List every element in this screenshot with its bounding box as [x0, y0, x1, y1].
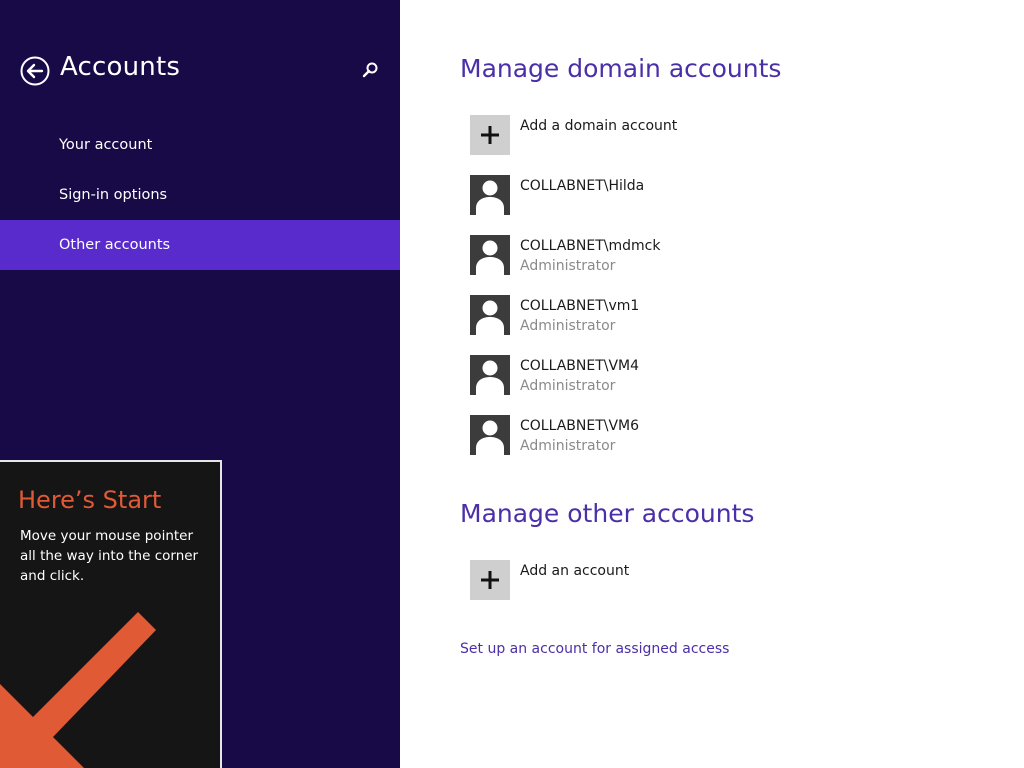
user-silhouette-icon	[476, 240, 504, 275]
sidebar-item-your-account[interactable]: Your account	[0, 120, 400, 170]
account-avatar	[470, 415, 510, 455]
assigned-access-link[interactable]: Set up an account for assigned access	[460, 641, 729, 657]
account-row-text: COLLABNET\Hilda	[520, 176, 644, 196]
add-domain-account-label: Add a domain account	[520, 118, 678, 134]
account-name: COLLABNET\vm1	[520, 298, 640, 314]
start-tip-popup: Here’s Start Move your mouse pointer all…	[0, 460, 222, 768]
account-role: Administrator	[520, 318, 616, 334]
account-row-text: COLLABNET\vm1 Administrator	[520, 296, 639, 336]
account-avatar	[470, 235, 510, 275]
plus-icon	[481, 571, 499, 589]
back-arrow-circle-icon	[20, 56, 50, 86]
account-role: Administrator	[520, 438, 616, 454]
main-content: Manage domain accounts Add a domain acco…	[400, 0, 1024, 768]
user-silhouette-icon	[476, 300, 504, 335]
plus-icon	[481, 126, 499, 144]
account-role: Administrator	[520, 258, 616, 274]
sidebar-item-other-accounts[interactable]: Other accounts	[0, 220, 400, 270]
add-account-text: Add an account	[520, 561, 629, 581]
back-button[interactable]	[20, 56, 50, 86]
user-silhouette-icon	[476, 360, 504, 395]
account-name: COLLABNET\mdmck	[520, 238, 661, 254]
add-account-label: Add an account	[520, 563, 630, 579]
account-avatar	[470, 175, 510, 215]
pc-settings-window: Accounts Your account Sign-in options Ot…	[0, 0, 1024, 768]
diagonal-arrow-icon	[0, 612, 156, 768]
account-row-text: COLLABNET\VM4 Administrator	[520, 356, 639, 396]
start-tip-text: Move your mouse pointer all the way into…	[20, 528, 199, 584]
add-domain-account-tile	[470, 115, 510, 155]
account-avatar	[470, 295, 510, 335]
page-title: Accounts	[60, 52, 181, 82]
add-account-tile	[470, 560, 510, 600]
account-name: COLLABNET\VM4	[520, 358, 640, 374]
user-silhouette-icon	[476, 420, 504, 455]
account-name: COLLABNET\Hilda	[520, 178, 645, 194]
sidebar-item-sign-in-options[interactable]: Sign-in options	[0, 170, 400, 220]
search-icon	[362, 62, 378, 78]
account-row-text: COLLABNET\VM6 Administrator	[520, 416, 639, 456]
domain-accounts-heading: Manage domain accounts	[460, 54, 782, 83]
account-row-text: COLLABNET\mdmck Administrator	[520, 236, 660, 276]
user-silhouette-icon	[476, 180, 504, 215]
add-domain-account-text: Add a domain account	[520, 116, 677, 136]
account-avatar	[470, 355, 510, 395]
other-accounts-heading: Manage other accounts	[460, 499, 755, 528]
account-role: Administrator	[520, 378, 616, 394]
search-button[interactable]	[361, 61, 379, 79]
sidebar-nav: Your account Sign-in options Other accou…	[0, 120, 400, 270]
account-name: COLLABNET\VM6	[520, 418, 640, 434]
start-tip-title: Here’s Start	[18, 486, 162, 514]
